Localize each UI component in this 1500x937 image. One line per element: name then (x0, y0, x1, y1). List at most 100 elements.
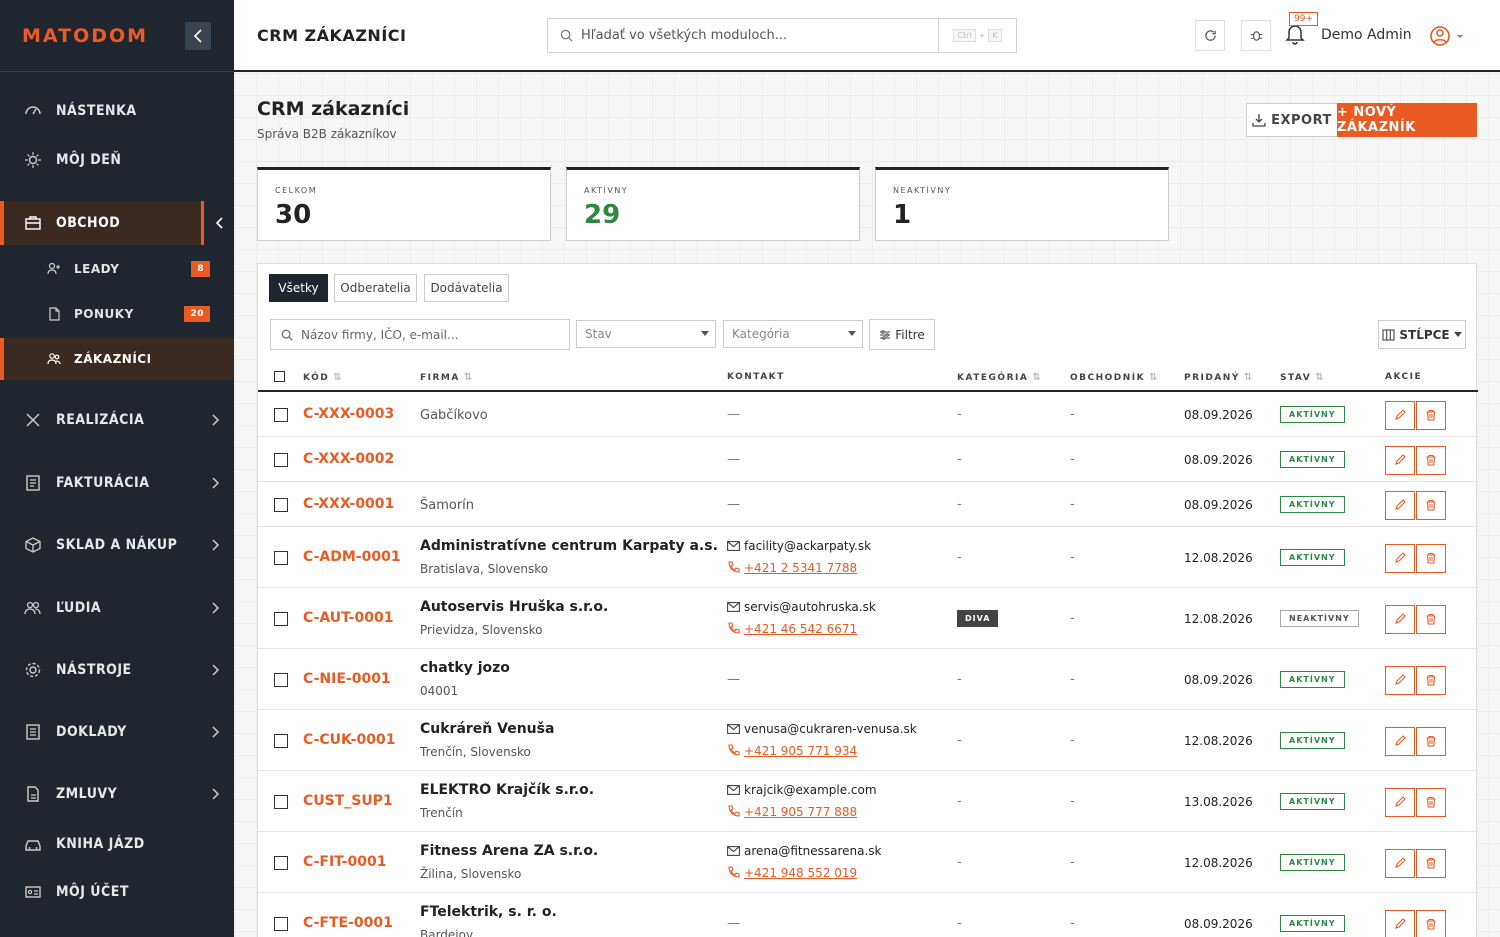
firm-name[interactable]: Gabčíkovo (420, 408, 488, 423)
row-checkbox[interactable] (274, 407, 288, 422)
edit-button[interactable] (1385, 400, 1415, 430)
user-menu[interactable] (1429, 25, 1467, 51)
contact-email[interactable]: servis@autohruska.sk (727, 600, 876, 614)
global-search-input[interactable]: Hľadať vo všetkých moduloch... Ctrl + K (547, 18, 1017, 53)
edit-button[interactable] (1385, 909, 1415, 937)
category-select[interactable]: Kategória (723, 320, 863, 348)
edit-button[interactable] (1385, 726, 1415, 756)
tab-dodavatelia[interactable]: Dodávatelia (424, 274, 509, 302)
table-row[interactable]: C-AUT-0001 Autoservis Hruška s.r.o. Prievi… (258, 588, 1478, 649)
contact-email[interactable]: krajcik@example.com (727, 783, 877, 797)
table-row[interactable]: C-CUK-0001 Cukráreň Venuša Trenčín, Sloven… (258, 710, 1478, 771)
sidebar-subitem-leady[interactable]: LEADY 8 (0, 252, 234, 286)
firm-name[interactable]: ELEKTRO Krajčík s.r.o. (420, 782, 594, 798)
delete-button[interactable] (1416, 543, 1446, 573)
contact-email[interactable]: facility@ackarpaty.sk (727, 539, 871, 553)
delete-button[interactable] (1416, 665, 1446, 695)
customer-code[interactable]: C-NIE-0001 (303, 671, 391, 687)
row-checkbox[interactable] (274, 497, 288, 512)
table-row[interactable]: C-FTE-0001 FTelektrik, s. r. o. Bardejov — -… (258, 893, 1478, 937)
notifications-button[interactable] (1285, 23, 1305, 49)
edit-button[interactable] (1385, 490, 1415, 520)
delete-button[interactable] (1416, 604, 1446, 634)
edit-button[interactable] (1385, 604, 1415, 634)
tab-vsetky[interactable]: Všetky (269, 274, 328, 302)
sidebar-item-obchod-label[interactable]: OBCHOD (0, 201, 234, 245)
customer-code[interactable]: C-FTE-0001 (303, 915, 393, 931)
table-row[interactable]: C-FIT-0001 Fitness Arena ZA s.r.o. Žilina,… (258, 832, 1478, 893)
sidebar-subitem-ponuky[interactable]: PONUKY 20 (0, 297, 234, 331)
delete-button[interactable] (1416, 445, 1446, 475)
sidebar-subitem-zakaznici[interactable]: ZÁKAZNÍCI (0, 338, 234, 380)
contact-email[interactable]: arena@fitnessarena.sk (727, 844, 882, 858)
customer-code[interactable]: C-XXX-0003 (303, 406, 394, 422)
firm-name[interactable]: chatky jozo (420, 660, 510, 676)
row-checkbox[interactable] (274, 611, 288, 626)
user-name[interactable]: Demo Admin (1321, 27, 1412, 43)
refresh-button[interactable] (1195, 20, 1225, 51)
firm-name[interactable]: FTelektrik, s. r. o. (420, 904, 557, 920)
sidebar-item-moj-ucet[interactable]: MÔJ ÚČET (0, 870, 234, 914)
sidebar-item-realizacia[interactable]: REALIZÁCIA (0, 398, 234, 442)
table-row[interactable]: C-XXX-0001 Šamorín — - - 08.09.2026 AKTÍVNY (258, 482, 1478, 527)
row-checkbox[interactable] (274, 733, 288, 748)
sidebar-item-fakturacia[interactable]: FAKTURÁCIA (0, 461, 234, 505)
customer-code[interactable]: C-CUK-0001 (303, 732, 395, 748)
delete-button[interactable] (1416, 726, 1446, 756)
columns-button[interactable]: STĹPCE (1378, 320, 1466, 349)
table-row[interactable]: C-NIE-0001 chatky jozo 04001 — - - 08.09.2026 A… (258, 649, 1478, 710)
contact-phone[interactable]: +421 46 542 6671 (727, 622, 857, 636)
sidebar-item-sklad[interactable]: SKLAD A NÁKUP (0, 523, 234, 567)
new-customer-button[interactable]: + NOVÝ ZÁKAZNÍK (1337, 103, 1477, 137)
edit-button[interactable] (1385, 445, 1415, 475)
collapse-sidebar-button[interactable] (185, 22, 211, 50)
edit-button[interactable] (1385, 848, 1415, 878)
contact-phone[interactable]: +421 2 5341 7788 (727, 561, 857, 575)
row-checkbox[interactable] (274, 672, 288, 687)
column-header-firma[interactable]: FIRMA ⇅ (420, 372, 474, 383)
contact-phone[interactable]: +421 905 771 934 (727, 744, 857, 758)
customer-code[interactable]: C-AUT-0001 (303, 610, 393, 626)
sidebar-item-nastroje[interactable]: NÁSTROJE (0, 648, 234, 692)
column-header-stav[interactable]: STAV ⇅ (1280, 372, 1325, 383)
select-all-checkbox[interactable] (274, 371, 285, 382)
table-row[interactable]: C-ADM-0001 Administratívne centrum Karpat… (258, 527, 1478, 588)
customer-search-input[interactable]: Názov firmy, IČO, e-mail... (270, 319, 570, 350)
sidebar-item-nastenka[interactable]: NÁSTENKA (0, 89, 234, 133)
delete-button[interactable] (1416, 400, 1446, 430)
firm-name[interactable]: Cukráreň Venuša (420, 721, 554, 737)
customer-code[interactable]: C-FIT-0001 (303, 854, 386, 870)
sidebar-item-zmluvy[interactable]: ZMLUVY (0, 772, 234, 816)
customer-code[interactable]: C-XXX-0002 (303, 451, 394, 467)
firm-name[interactable]: Autoservis Hruška s.r.o. (420, 599, 608, 615)
row-checkbox[interactable] (274, 550, 288, 565)
customer-code[interactable]: CUST_SUP1 (303, 793, 393, 809)
column-header-kod[interactable]: KÓD ⇅ (303, 372, 343, 383)
export-button[interactable]: EXPORT (1246, 103, 1338, 137)
status-select[interactable]: Stav (576, 320, 716, 348)
bug-report-button[interactable] (1241, 20, 1271, 51)
sidebar-item-moj-den[interactable]: MÔJ DEŇ (0, 138, 234, 182)
edit-button[interactable] (1385, 787, 1415, 817)
column-header-obchodnik[interactable]: OBCHODNÍK ⇅ (1070, 372, 1159, 383)
firm-name[interactable]: Šamorín (420, 498, 474, 513)
table-row[interactable]: CUST_SUP1 ELEKTRO Krajčík s.r.o. Trenčín kr… (258, 771, 1478, 832)
delete-button[interactable] (1416, 490, 1446, 520)
obchod-collapse-toggle[interactable] (201, 201, 234, 245)
sidebar-item-kniha-jazd[interactable]: KNIHA JÁZD (0, 822, 234, 866)
column-header-kategoria[interactable]: KATEGÓRIA ⇅ (957, 372, 1042, 383)
edit-button[interactable] (1385, 665, 1415, 695)
row-checkbox[interactable] (274, 916, 288, 931)
filters-button[interactable]: Filtre (869, 319, 935, 350)
table-row[interactable]: C-XXX-0003 Gabčíkovo — - - 08.09.2026 AKTÍVNY (258, 392, 1478, 437)
column-header-pridany[interactable]: PRIDANÝ ⇅ (1184, 372, 1254, 383)
table-row[interactable]: C-XXX-0002 — - - 08.09.2026 AKTÍVNY (258, 437, 1478, 482)
contact-email[interactable]: venusa@cukraren-venusa.sk (727, 722, 917, 736)
firm-name[interactable]: Administratívne centrum Karpaty a.s. (420, 538, 718, 554)
row-checkbox[interactable] (274, 452, 288, 467)
customer-code[interactable]: C-XXX-0001 (303, 496, 394, 512)
edit-button[interactable] (1385, 543, 1415, 573)
delete-button[interactable] (1416, 909, 1446, 937)
customer-code[interactable]: C-ADM-0001 (303, 549, 401, 565)
sidebar-item-ludia[interactable]: ĽUDIA (0, 586, 234, 630)
